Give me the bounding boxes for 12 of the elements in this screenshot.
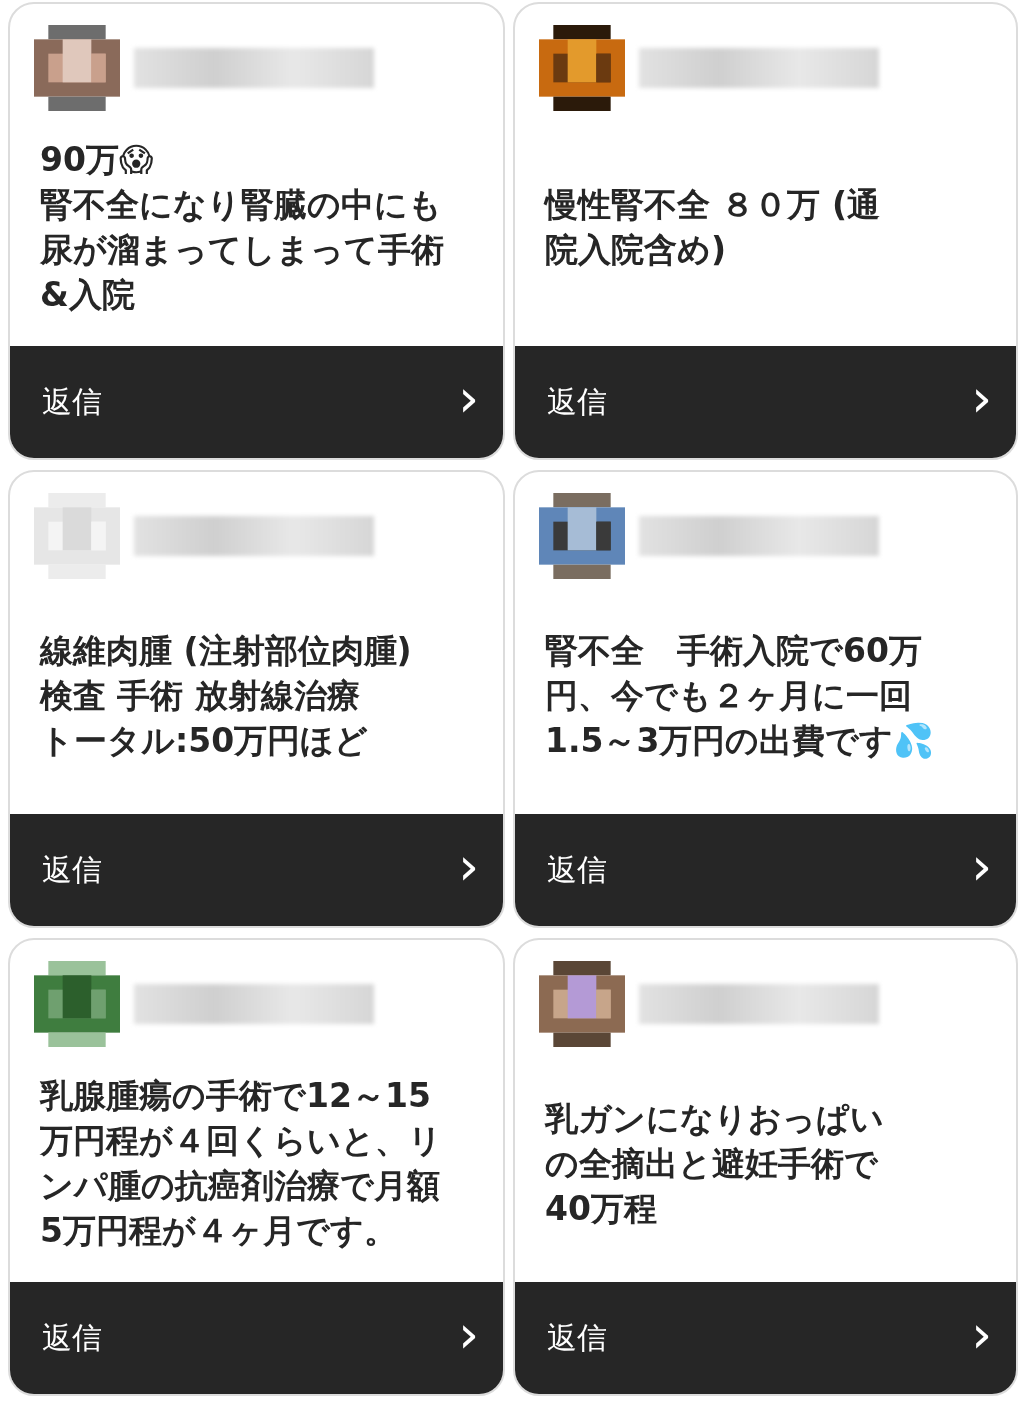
reply-button[interactable]: 返信 › (515, 1282, 1016, 1394)
reply-button[interactable]: 返信 › (10, 346, 503, 458)
reply-text: 90万😱 腎不全になり腎臓の中にも 尿が溜まってしまって手術 &入院 (40, 139, 444, 316)
reply-text: 慢性腎不全 ８０万 (通 院入院含め) (545, 184, 881, 271)
reply-text: 腎不全 手術入院で60万 円、今でも２ヶ月に一回 1.5～3万円の出費です💦 (545, 629, 935, 762)
reply-button[interactable]: 返信 › (10, 814, 503, 926)
reply-text: 乳ガンになりおっぱい の全摘出と避妊手術で 40万程 (545, 1097, 884, 1230)
reply-text: 乳腺腫瘍の手術で12～15 万円程が４回くらいと、リ ンパ腫の抗癌剤治療で月額 5万円程が４ヶ月です。 (40, 1075, 442, 1252)
reply-button[interactable]: 返信 › (515, 346, 1016, 458)
reply-button[interactable]: 返信 › (10, 1282, 503, 1394)
reply-button[interactable]: 返信 › (515, 814, 1016, 926)
reply-text: 線維肉腫 (注射部位肉腫) 検査 手術 放射線治療 トータル:50万円ほど (40, 629, 412, 762)
